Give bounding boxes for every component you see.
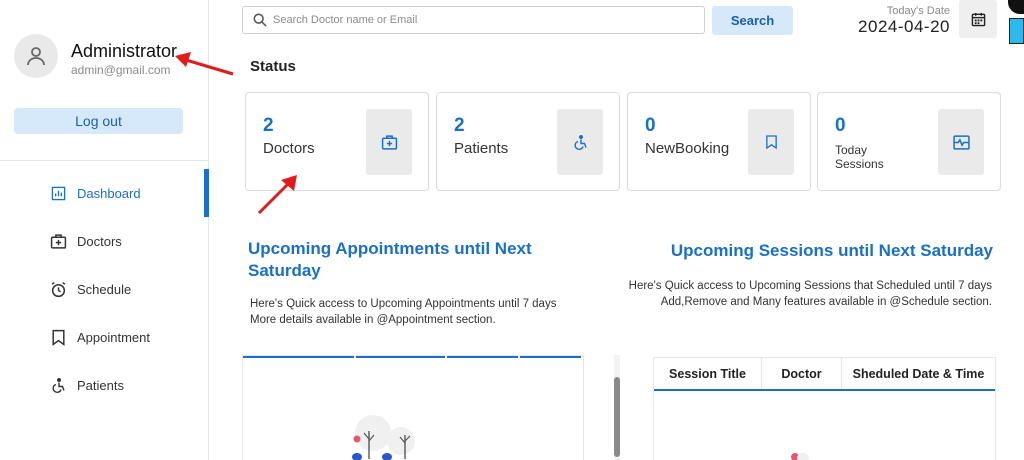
column-header-doctor[interactable]: Doctor xyxy=(762,358,842,389)
stat-card-doctors[interactable]: 2 Doctors xyxy=(245,92,429,191)
stat-count: 2 xyxy=(454,115,465,136)
sidebar-item-patients[interactable]: Patients xyxy=(0,367,209,403)
stat-icon-box xyxy=(938,109,984,175)
column-header-scheduled-date-time[interactable]: Sheduled Date & Time xyxy=(842,358,995,389)
sidebar-item-label: Dashboard xyxy=(77,185,141,201)
sessions-icon xyxy=(952,134,970,150)
doctors-icon xyxy=(381,134,397,150)
stat-count: 0 xyxy=(835,115,846,136)
status-heading: Status xyxy=(250,58,296,75)
appointments-desc-line1: Here's Quick access to Upcoming Appointm… xyxy=(250,298,557,310)
appointment-icon xyxy=(49,328,67,346)
logout-button[interactable]: Log out xyxy=(14,108,183,134)
sessions-table-header: Session Title Doctor Sheduled Date & Tim… xyxy=(654,358,995,391)
appointments-table-header xyxy=(243,356,583,359)
appointments-desc-line2: More details available in @Appointment s… xyxy=(250,314,496,326)
patients-icon xyxy=(574,134,587,150)
sidebar-item-appointment[interactable]: Appointment xyxy=(0,319,209,355)
empty-illustration xyxy=(352,415,415,460)
sidebar-item-label: Doctors xyxy=(77,233,122,249)
profile: Administrator admin@gmail.com xyxy=(14,34,177,78)
sessions-table: Session Title Doctor Sheduled Date & Tim… xyxy=(653,357,996,460)
user-icon xyxy=(27,47,45,66)
patients-icon xyxy=(49,376,67,394)
scrollbar[interactable] xyxy=(614,355,620,460)
todays-date-value: 2024-04-20 xyxy=(858,17,950,36)
calendar-icon xyxy=(971,12,985,26)
dashboard-icon xyxy=(49,184,67,202)
stat-card-newbooking[interactable]: 0 NewBooking xyxy=(627,92,811,191)
appointments-heading: Upcoming Appointments until Next Saturda… xyxy=(248,239,532,280)
calendar-button[interactable] xyxy=(959,0,997,38)
sidebar-item-label: Appointment xyxy=(77,329,150,345)
sessions-desc-line2: Add,Remove and Many features available i… xyxy=(660,296,992,308)
appointments-description: Here's Quick access to Upcoming Appointm… xyxy=(250,296,556,328)
stat-icon-box xyxy=(366,109,412,175)
dashboard-page: Administrator admin@gmail.com Log out Da… xyxy=(0,0,1024,460)
search-input[interactable] xyxy=(273,14,693,26)
schedule-icon xyxy=(49,280,67,298)
admin-name: Administrator xyxy=(71,41,178,61)
overlay-widget xyxy=(1008,0,1024,14)
todays-date-label: Today's Date xyxy=(886,5,950,17)
sessions-description: Here's Quick access to Upcoming Sessions… xyxy=(620,278,992,310)
sidebar-item-label: Schedule xyxy=(77,281,132,297)
search-icon xyxy=(253,13,267,27)
stat-label: Doctors xyxy=(263,140,315,157)
sidebar-item-schedule[interactable]: Schedule xyxy=(0,271,209,307)
doctors-icon xyxy=(49,232,67,250)
stat-count: 2 xyxy=(263,115,274,136)
search-bar xyxy=(242,6,705,34)
sidebar-divider xyxy=(0,160,209,161)
sidebar: Administrator admin@gmail.com Log out Da… xyxy=(0,0,209,460)
sidebar-item-label: Patients xyxy=(77,377,124,393)
stat-card-patients[interactable]: 2 Patients xyxy=(436,92,620,191)
stat-label: NewBooking xyxy=(645,140,730,157)
scrollbar-thumb[interactable] xyxy=(614,377,620,457)
sidebar-item-dashboard[interactable]: Dashboard xyxy=(0,169,209,217)
sidebar-item-doctors[interactable]: Doctors xyxy=(0,223,209,259)
stat-label: Patients xyxy=(454,140,509,157)
stat-card-today-sessions[interactable]: 0 Today Sessions xyxy=(817,92,1001,191)
empty-illustration xyxy=(791,453,809,460)
sessions-desc-line1: Here's Quick access to Upcoming Sessions… xyxy=(628,280,992,292)
overlay-tab[interactable] xyxy=(1009,18,1024,44)
stat-icon-box xyxy=(557,109,603,175)
column-header-session-title[interactable]: Session Title xyxy=(654,358,762,389)
search-button[interactable]: Search xyxy=(712,6,793,35)
avatar xyxy=(14,34,58,78)
admin-email: admin@gmail.com xyxy=(71,63,171,77)
sessions-heading: Upcoming Sessions until Next Saturday xyxy=(670,241,993,260)
stat-count: 0 xyxy=(645,115,656,136)
appointments-table xyxy=(242,355,584,460)
stat-label: Today Sessions xyxy=(835,143,884,171)
bookmark-icon xyxy=(765,135,777,150)
stat-icon-box xyxy=(748,109,794,175)
